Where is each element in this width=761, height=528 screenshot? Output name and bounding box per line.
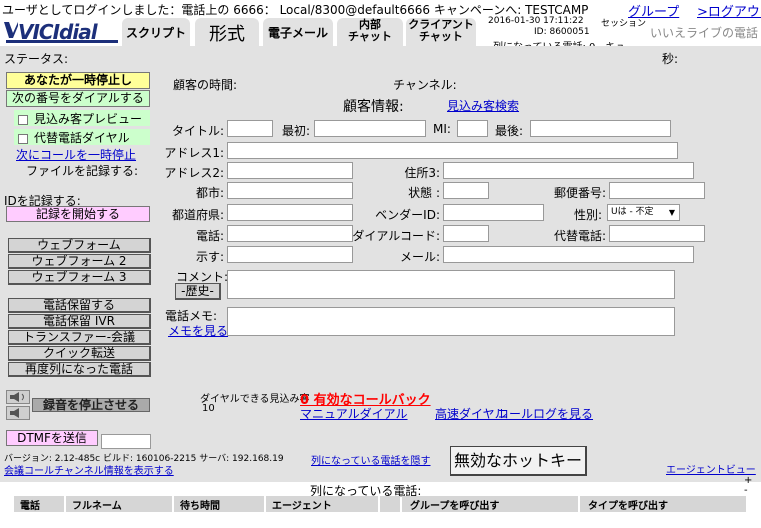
- file-record-label: ファイルを記録する:: [26, 164, 139, 178]
- dial-next-button[interactable]: 次の番号をダイアルする: [6, 90, 150, 107]
- alt-phone-field[interactable]: [609, 225, 705, 242]
- phone-label: 電話:: [195, 229, 224, 243]
- conf-channel-link[interactable]: 会議コールチャンネル情報を表示する: [4, 462, 174, 477]
- address2-label: アドレス2:: [164, 166, 224, 180]
- datetime: 2016-01-30 17:11:22: [488, 16, 584, 26]
- title-field[interactable]: [227, 120, 273, 137]
- no-live-call: いいえライブの電話: [650, 26, 759, 40]
- tab-script[interactable]: スクリプト: [122, 18, 190, 46]
- lead-preview-checkbox[interactable]: [18, 114, 28, 125]
- comments-textarea[interactable]: [227, 270, 675, 299]
- last-name-field[interactable]: [530, 120, 671, 137]
- hide-queue-link[interactable]: 列になっている電話を隠す: [311, 452, 431, 467]
- session-id: ID: 8600051: [534, 27, 590, 37]
- dial-code-field[interactable]: [443, 225, 489, 242]
- tab-form[interactable]: 形式: [195, 18, 259, 46]
- webform-1-button[interactable]: ウェブフォーム: [8, 238, 151, 253]
- tab-client-chat[interactable]: クライアント チャット: [406, 18, 476, 46]
- agent-view-link[interactable]: エージェントビュー: [666, 461, 756, 476]
- transfer-conference-button[interactable]: トランスファー-会議: [8, 330, 151, 345]
- email-label: メール:: [399, 250, 440, 264]
- first-name-field[interactable]: [314, 120, 426, 137]
- requeue-button[interactable]: 再度列になった電話: [8, 362, 151, 377]
- lead-preview-toggle[interactable]: 見込み客プレビュー: [14, 110, 150, 126]
- session-label: セッション: [601, 19, 647, 29]
- queue-column-wait: 待ち時間: [174, 496, 264, 512]
- webform-3-button[interactable]: ウェブフォーム 3: [8, 270, 151, 285]
- queue-column-ingroup: グループを呼び出す: [402, 496, 578, 512]
- vicidial-logo: VICIdial: [2, 18, 120, 44]
- address3-label: 住所3:: [404, 166, 440, 180]
- hold-ivr-button[interactable]: 電話保留 IVR: [8, 314, 151, 329]
- view-notes-link[interactable]: メモを見る: [168, 322, 228, 339]
- pause-button[interactable]: あなたが一時停止し: [6, 72, 150, 89]
- address2-field[interactable]: [227, 162, 353, 179]
- dialable-leads-count: 10: [202, 403, 215, 414]
- queue-column-name: フルネーム: [66, 496, 172, 512]
- postal-code-field[interactable]: [609, 182, 705, 199]
- phone-field[interactable]: [227, 225, 353, 242]
- email-field[interactable]: [443, 246, 694, 263]
- address3-field[interactable]: [443, 162, 694, 179]
- vendor-id-label: ベンダーID:: [375, 208, 440, 222]
- dtmf-send-button[interactable]: DTMFを送信: [6, 430, 98, 446]
- city-field[interactable]: [227, 182, 353, 199]
- state-field[interactable]: [443, 182, 489, 199]
- address1-label: アドレス1:: [164, 146, 224, 160]
- dial-code-label: ダイアルコード:: [352, 229, 440, 243]
- gender-select[interactable]: Uは - 不定 ▼: [607, 204, 680, 221]
- dtmf-input[interactable]: [101, 434, 151, 449]
- queue-column-spacer: [380, 496, 400, 512]
- city-label: 都市:: [195, 186, 224, 200]
- address1-field[interactable]: [227, 142, 678, 159]
- logout-link[interactable]: >ログアウト: [697, 1, 761, 20]
- lead-search-link[interactable]: 見込み客検索: [447, 97, 519, 114]
- history-button[interactable]: -歴史-: [175, 283, 221, 300]
- alt-dial-toggle[interactable]: 代替電話ダイヤル: [14, 129, 150, 145]
- last-name-label: 最後:: [495, 124, 524, 138]
- queue-column-type: タイプを呼び出す: [580, 496, 746, 512]
- first-name-label: 最初:: [282, 124, 311, 138]
- fast-dial-link[interactable]: 高速ダイヤル: [435, 405, 507, 422]
- invalid-hotkey-button[interactable]: 無効なホットキー: [450, 446, 587, 476]
- state-label: 状態 :: [408, 186, 440, 200]
- quick-transfer-button[interactable]: クイック転送: [8, 346, 151, 361]
- alt-phone-label: 代替電話:: [553, 229, 606, 243]
- webform-2-button[interactable]: ウェブフォーム 2: [8, 254, 151, 269]
- tab-internal-chat[interactable]: 内部 チャット: [337, 18, 403, 46]
- seconds-label: 秒:: [662, 52, 679, 66]
- show-field[interactable]: [227, 246, 353, 263]
- hold-call-button[interactable]: 電話保留する: [8, 298, 151, 313]
- stop-recording-button[interactable]: 録音を停止させる: [32, 398, 150, 412]
- middle-initial-label: MI:: [433, 122, 451, 136]
- customer-info-title: 顧客情報:: [343, 99, 404, 115]
- tab-email[interactable]: 電子メール: [263, 18, 333, 46]
- customer-time-label: 顧客の時間:: [173, 78, 238, 92]
- volume-down-icon[interactable]: [6, 406, 30, 420]
- title-label: タイトル:: [171, 124, 224, 138]
- dropdown-arrow-icon: ▼: [668, 208, 675, 217]
- gender-label: 性別:: [573, 208, 602, 222]
- province-field[interactable]: [227, 204, 353, 221]
- expand-icon[interactable]: + -: [744, 476, 752, 496]
- queue-info: 列になっている電話: 0 - キュ: [493, 38, 643, 46]
- postal-code-label: 郵便番号:: [553, 186, 606, 200]
- call-notes-textarea[interactable]: [227, 307, 675, 336]
- channel-label: チャンネル:: [393, 78, 457, 92]
- alt-dial-checkbox[interactable]: [18, 133, 28, 144]
- logo-mark-icon: [4, 22, 18, 38]
- pause-next-call-link[interactable]: 次にコールを一時停止: [16, 146, 136, 163]
- show-label: 示す:: [195, 250, 224, 264]
- vendor-id-field[interactable]: [443, 204, 544, 221]
- status-label: ステータス:: [4, 52, 69, 66]
- manual-dial-link[interactable]: マニュアルダイアル: [300, 405, 408, 422]
- start-recording-button[interactable]: 記録を開始する: [6, 206, 150, 222]
- province-label: 都道府県:: [171, 208, 224, 222]
- volume-up-icon[interactable]: [6, 390, 30, 404]
- middle-initial-field[interactable]: [457, 120, 488, 137]
- queue-column-phone: 電話: [14, 496, 64, 512]
- call-log-link[interactable]: コールログを見る: [497, 405, 593, 422]
- queue-column-agent: エージェント: [266, 496, 378, 512]
- dialable-leads-label: ダイヤルできる見込み客: [200, 394, 310, 405]
